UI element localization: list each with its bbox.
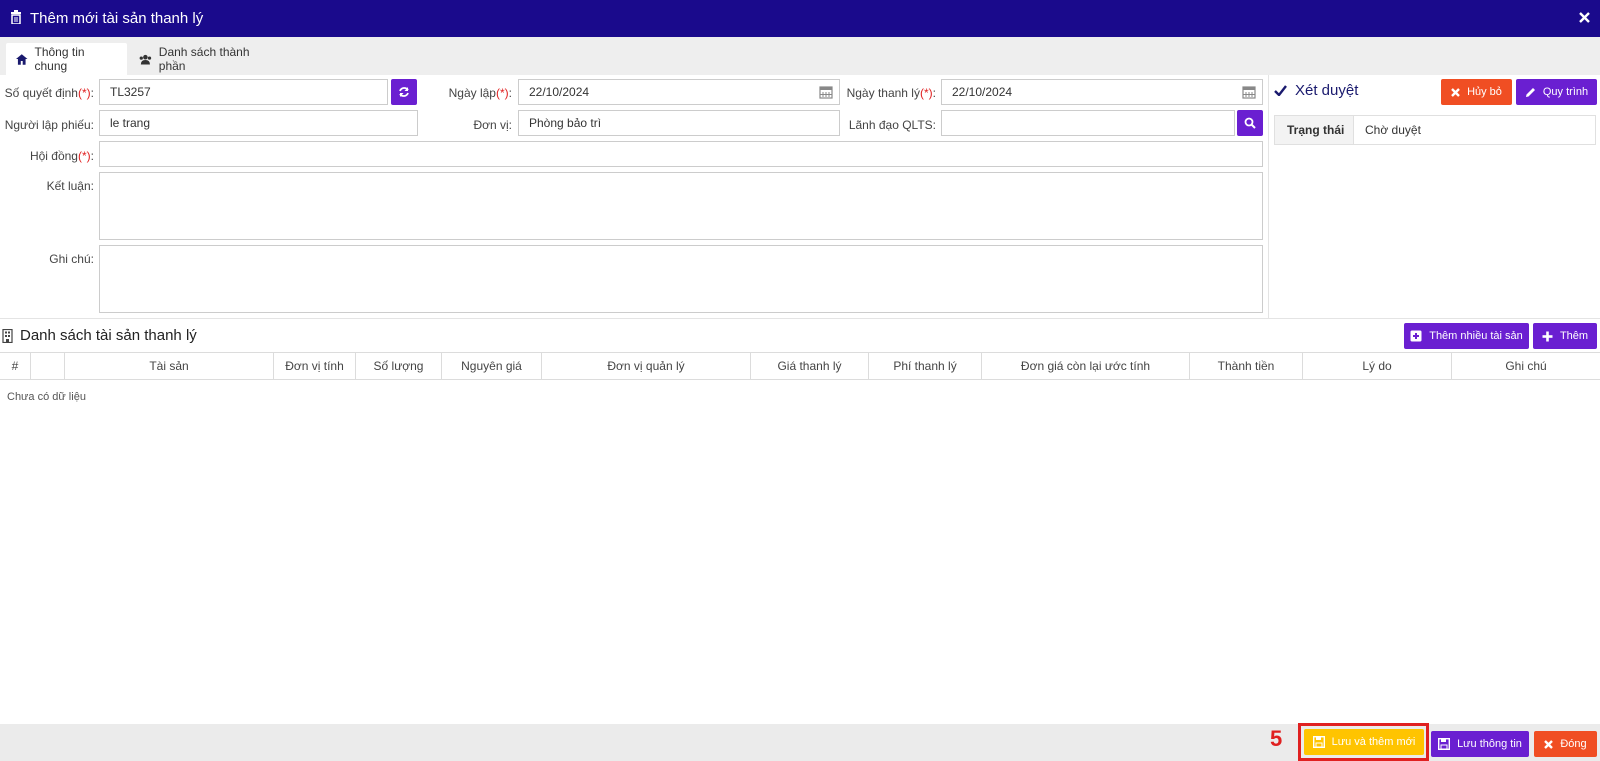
search-button[interactable] bbox=[1237, 110, 1263, 136]
lanh-dao-qlts-label: Lãnh đạo QLTS: bbox=[848, 118, 936, 132]
modal-header: Thêm mới tài sản thanh lý bbox=[0, 0, 1600, 37]
col-thanh-tien: Thành tiền bbox=[1190, 353, 1303, 379]
calendar-icon[interactable] bbox=[819, 85, 833, 99]
close-button[interactable]: Đóng bbox=[1534, 731, 1597, 757]
status-row: Trạng thái Chờ duyệt bbox=[1274, 115, 1596, 145]
users-icon bbox=[139, 54, 152, 65]
col-don-vi-quan-ly: Đơn vị quản lý bbox=[542, 353, 751, 379]
empty-table-text: Chưa có dữ liệu bbox=[7, 391, 86, 403]
col-nguyen-gia: Nguyên giá bbox=[442, 353, 542, 379]
tab-bar: Thông tin chung Danh sách thành phần bbox=[0, 37, 1600, 75]
asset-table-header: # Tài sản Đơn vị tính Số lượng Nguyên gi… bbox=[0, 352, 1600, 380]
tab-components[interactable]: Danh sách thành phần bbox=[129, 43, 279, 75]
approval-title: Xét duyệt bbox=[1274, 82, 1358, 99]
ngay-lap-input[interactable]: 22/10/2024 bbox=[518, 79, 840, 105]
tab-label: Danh sách thành phần bbox=[158, 45, 250, 73]
calendar-icon[interactable] bbox=[1242, 85, 1256, 99]
step-number: 5 bbox=[1270, 726, 1283, 751]
status-key: Trạng thái bbox=[1275, 116, 1354, 144]
check-icon bbox=[1274, 85, 1287, 96]
ngay-thanh-ly-input[interactable]: 22/10/2024 bbox=[941, 79, 1263, 105]
nguoi-lap-phieu-input[interactable]: le trang bbox=[99, 110, 418, 136]
col-don-gia-con-lai: Đơn giá còn lại ước tính bbox=[982, 353, 1190, 379]
col-so-luong: Số lượng bbox=[356, 353, 442, 379]
lanh-dao-qlts-input[interactable] bbox=[941, 110, 1235, 136]
close-icon[interactable] bbox=[1579, 10, 1590, 28]
refresh-icon bbox=[399, 87, 409, 97]
col-ly-do: Lý do bbox=[1303, 353, 1452, 379]
don-vi-input[interactable]: Phòng bảo trì bbox=[518, 110, 840, 136]
modal-title: Thêm mới tài sản thanh lý bbox=[30, 10, 204, 27]
panel-divider bbox=[1268, 75, 1269, 318]
close-icon bbox=[1544, 739, 1554, 749]
refresh-button[interactable] bbox=[391, 79, 417, 105]
ghi-chu-textarea[interactable] bbox=[99, 245, 1263, 313]
hoi-dong-input[interactable] bbox=[99, 141, 1263, 167]
ngay-thanh-ly-label: Ngày thanh lý(*): bbox=[846, 86, 936, 100]
add-asset-button[interactable]: Thêm bbox=[1533, 323, 1597, 349]
search-icon bbox=[1244, 117, 1256, 129]
workflow-button[interactable]: Quy trình bbox=[1516, 79, 1597, 105]
col-ghi-chu: Ghi chú bbox=[1505, 359, 1547, 373]
add-many-assets-button[interactable]: Thêm nhiều tài sản bbox=[1404, 323, 1529, 349]
col-tai-san: Tài sản bbox=[65, 353, 274, 379]
ngay-lap-label: Ngày lập(*): bbox=[448, 86, 512, 100]
hoi-dong-label: Hội đồng(*): bbox=[29, 149, 94, 163]
asset-list-title: Danh sách tài sản thanh lý bbox=[2, 327, 197, 344]
ghi-chu-label: Ghi chú: bbox=[49, 252, 94, 266]
building-icon bbox=[2, 328, 13, 343]
close-icon bbox=[1451, 87, 1460, 97]
plus-icon bbox=[1542, 331, 1553, 341]
cancel-approval-button[interactable]: Hủy bỏ bbox=[1441, 79, 1512, 105]
section-divider bbox=[0, 318, 1600, 319]
save-icon bbox=[1438, 738, 1451, 750]
home-icon bbox=[16, 53, 28, 65]
tab-general-info[interactable]: Thông tin chung bbox=[6, 43, 127, 75]
col-select bbox=[31, 353, 65, 379]
col-don-vi-tinh: Đơn vị tính bbox=[274, 353, 356, 379]
ket-luan-label: Kết luận: bbox=[46, 179, 94, 193]
don-vi-label: Đơn vị: bbox=[473, 118, 512, 132]
nguoi-lap-phieu-label: Người lập phiếu: bbox=[4, 118, 94, 132]
so-quyet-dinh-label: Số quyết định(*): bbox=[4, 86, 94, 100]
status-value: Chờ duyệt bbox=[1365, 123, 1421, 137]
tab-label: Thông tin chung bbox=[34, 45, 85, 73]
save-button[interactable]: Lưu thông tin bbox=[1431, 731, 1529, 757]
step-highlight-box bbox=[1298, 723, 1429, 761]
trash-icon bbox=[10, 10, 22, 27]
ket-luan-textarea[interactable] bbox=[99, 172, 1263, 240]
pencil-icon bbox=[1525, 87, 1535, 97]
so-quyet-dinh-input[interactable]: TL3257 bbox=[99, 79, 388, 105]
col-phi-thanh-ly: Phí thanh lý bbox=[869, 353, 982, 379]
plus-square-icon bbox=[1410, 330, 1422, 342]
col-index: # bbox=[0, 353, 31, 379]
col-gia-thanh-ly: Giá thanh lý bbox=[751, 353, 869, 379]
